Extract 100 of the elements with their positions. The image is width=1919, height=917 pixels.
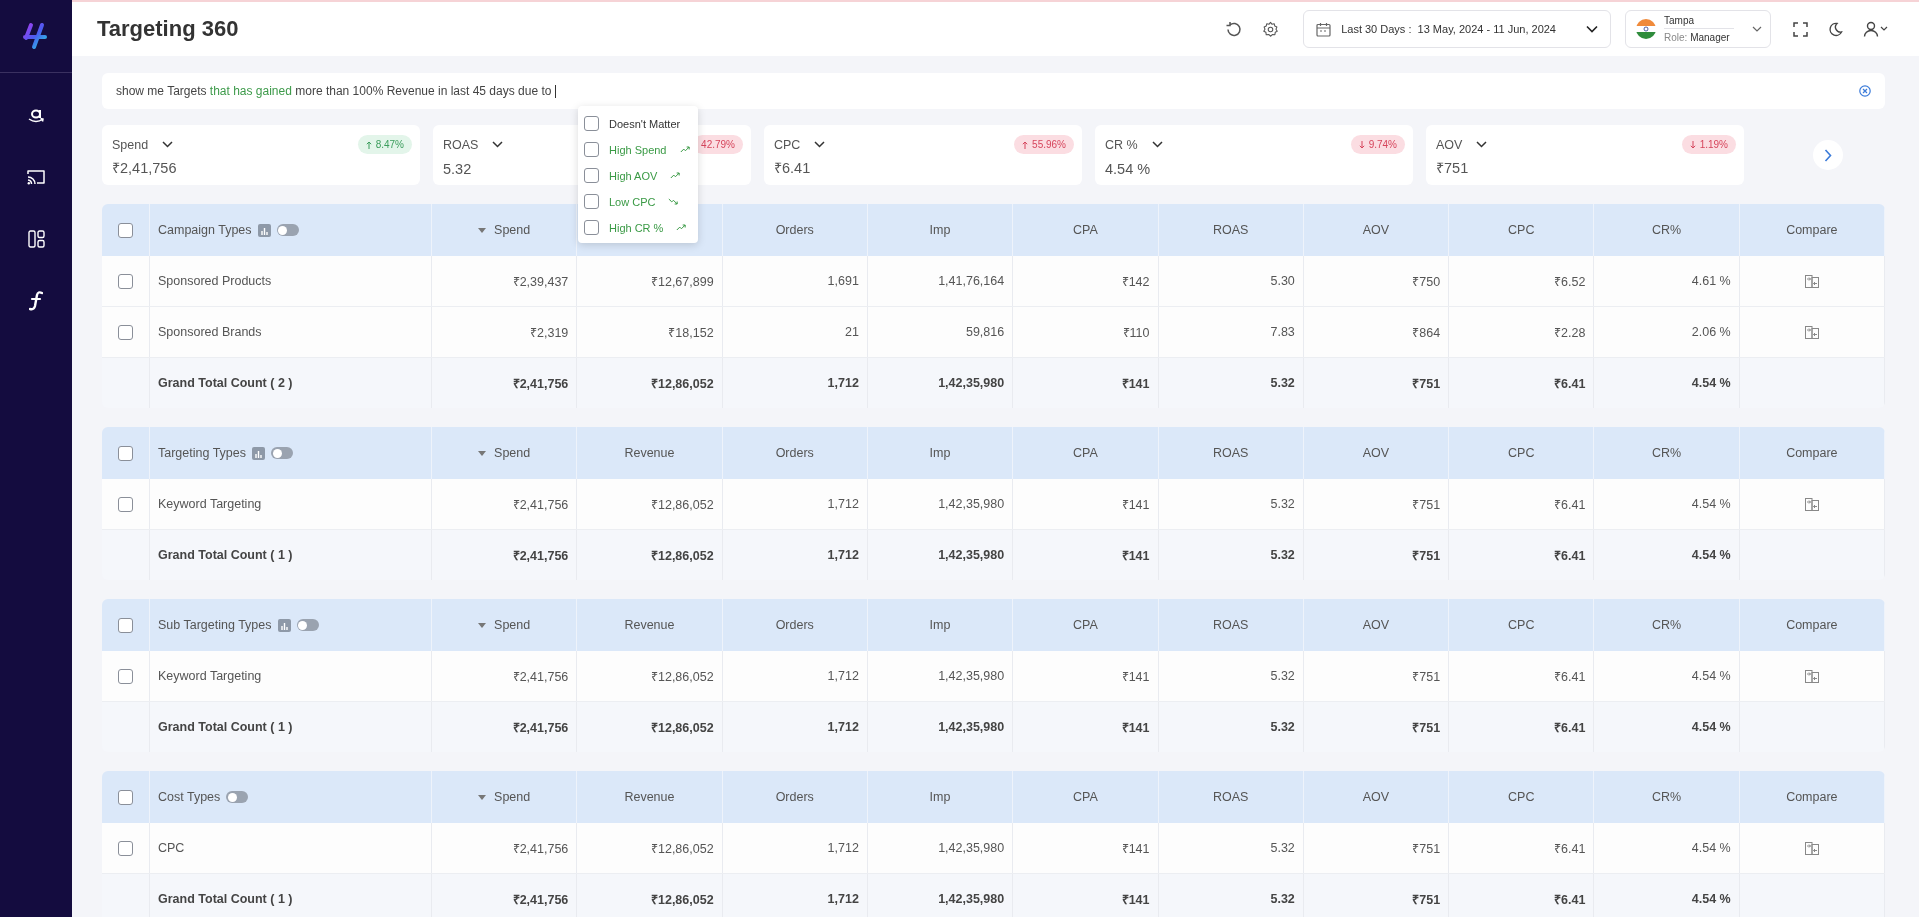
column-header: AOV [1362, 446, 1390, 460]
metric-selector[interactable]: Spend [112, 137, 174, 152]
row-checkbox[interactable] [118, 496, 133, 512]
compare-button[interactable] [1804, 669, 1819, 683]
bar-chart-icon[interactable] [252, 446, 266, 460]
column-header: Orders [775, 223, 814, 237]
compare-button[interactable] [1804, 497, 1819, 511]
table-cell-text: ₹12,86,052 [651, 668, 714, 685]
table-cell-text: ₹6.52 [1554, 273, 1586, 290]
column-header: ROAS [1212, 790, 1249, 804]
row-checkbox[interactable] [118, 668, 133, 684]
table-cell-text: ₹6.41 [1554, 719, 1586, 736]
select-all-checkbox[interactable] [118, 617, 133, 633]
toggle-switch[interactable] [276, 224, 299, 236]
next-button[interactable] [1813, 140, 1843, 170]
row-checkbox[interactable] [118, 273, 133, 289]
table-cell-text: ₹751 [1412, 891, 1441, 908]
query-text: show me Targets that has gained more than 100% Revenue in last 45 days due to [116, 83, 1859, 99]
column-header: CR% [1651, 223, 1682, 237]
table-cell: 4.54 % [1691, 376, 1731, 390]
theme-button[interactable] [1828, 21, 1843, 37]
fullscreen-icon [1793, 21, 1808, 37]
table-cell-text: ₹18,152 [668, 324, 714, 341]
fullscreen-button[interactable] [1793, 21, 1808, 37]
refresh-button[interactable] [1225, 20, 1243, 38]
table-cell-text: ₹2,41,756 [512, 668, 569, 685]
compare-icon [1804, 274, 1819, 288]
metric-value: 5.32 [443, 161, 472, 177]
column-header[interactable]: Spend [478, 223, 531, 237]
chevron-down-icon [162, 141, 174, 148]
table-cell-text: ₹141 [1121, 375, 1150, 392]
row-checkbox[interactable] [118, 324, 133, 340]
table-cell: 21 [845, 325, 859, 339]
table-cell: 1,712 [827, 892, 859, 906]
function-icon [29, 291, 43, 311]
table-cell: 4.54 % [1691, 548, 1731, 562]
column-header: CPA [1072, 618, 1098, 632]
chevron-down-icon [1151, 141, 1163, 148]
row-checkbox[interactable] [118, 840, 133, 856]
table-cell-text: ₹864 [1412, 324, 1441, 341]
table-cell-text: ₹2,41,756 [512, 891, 569, 908]
suggestion-option[interactable]: Doesn't Matter [584, 112, 690, 135]
column-header[interactable]: Spend [478, 618, 531, 632]
toggle-switch[interactable] [226, 791, 249, 803]
metric-selector[interactable]: CR % [1105, 137, 1163, 152]
table-cell-text: ₹6.41 [1554, 496, 1586, 513]
change-badge: 8.47% [357, 135, 412, 154]
metric-selector[interactable]: ROAS [443, 137, 504, 152]
bar-chart-icon[interactable] [257, 223, 271, 237]
table-cell: 1,712 [827, 548, 859, 562]
compare-icon [1804, 325, 1819, 339]
toggle-switch[interactable] [296, 619, 319, 631]
table-cell: 5.30 [1270, 274, 1295, 288]
suggestion-option[interactable]: High CR % [584, 216, 690, 239]
metric-selector[interactable]: AOV [1436, 137, 1488, 152]
moon-icon [1828, 21, 1843, 37]
table-cell: 4.54 % [1691, 720, 1731, 734]
row-name: Keyword Targeting [158, 669, 262, 683]
column-header: ROAS [1212, 618, 1249, 632]
clear-button[interactable] [1859, 85, 1871, 97]
metric-value: ₹2,41,756 [112, 159, 177, 177]
suggestion-option[interactable]: High Spend [584, 138, 690, 161]
column-header[interactable]: Spend [478, 446, 531, 460]
select-all-checkbox[interactable] [118, 222, 133, 238]
compare-button[interactable] [1804, 325, 1819, 339]
total-label: Grand Total Count ( 2 ) [158, 376, 293, 390]
query-field[interactable]: show me Targets that has gained more than 100% Revenue in last 45 days due to [102, 73, 1885, 109]
settings-button[interactable] [1262, 20, 1280, 38]
row-name: Sponsored Brands [158, 325, 262, 339]
table-cell: 1,41,76,164 [938, 274, 1005, 288]
suggestion-option[interactable]: High AOV [584, 164, 690, 187]
cast-icon [26, 168, 46, 186]
table-cell: 1,712 [827, 376, 859, 390]
metric-selector[interactable]: CPC [774, 137, 826, 152]
column-header: AOV [1362, 790, 1390, 804]
location-selector[interactable]: Tampa Role: Manager [1625, 10, 1771, 48]
select-all-checkbox[interactable] [118, 445, 133, 461]
table-cell: 4.54 % [1691, 669, 1731, 683]
table-cell: 5.32 [1270, 497, 1295, 511]
date-range-picker[interactable]: Last 30 Days : 13 May, 2024 - 11 Jun, 2024 [1303, 10, 1611, 48]
table-cell: 1,712 [827, 669, 859, 683]
change-badge: 55.96% [1014, 135, 1074, 154]
table-cell: 2.06 % [1691, 325, 1731, 339]
bar-chart-icon[interactable] [277, 618, 291, 632]
select-all-checkbox[interactable] [118, 789, 133, 805]
column-header[interactable]: Spend [478, 790, 531, 804]
compare-icon [1804, 497, 1819, 511]
user-menu-button[interactable] [1863, 21, 1889, 37]
table-cell: 5.32 [1270, 669, 1295, 683]
table-cell-text: ₹12,86,052 [651, 840, 714, 857]
column-header: CPC [1508, 790, 1535, 804]
table-cell-text: ₹6.41 [1554, 547, 1586, 564]
compare-button[interactable] [1804, 274, 1819, 288]
column-header: CPA [1072, 223, 1098, 237]
table-cell-text: ₹751 [1412, 719, 1441, 736]
compare-button[interactable] [1804, 841, 1819, 855]
column-header: Imp [929, 618, 951, 632]
suggestion-option[interactable]: Low CPC [584, 190, 690, 213]
toggle-switch[interactable] [271, 447, 294, 459]
table-cell: 1,691 [827, 274, 859, 288]
